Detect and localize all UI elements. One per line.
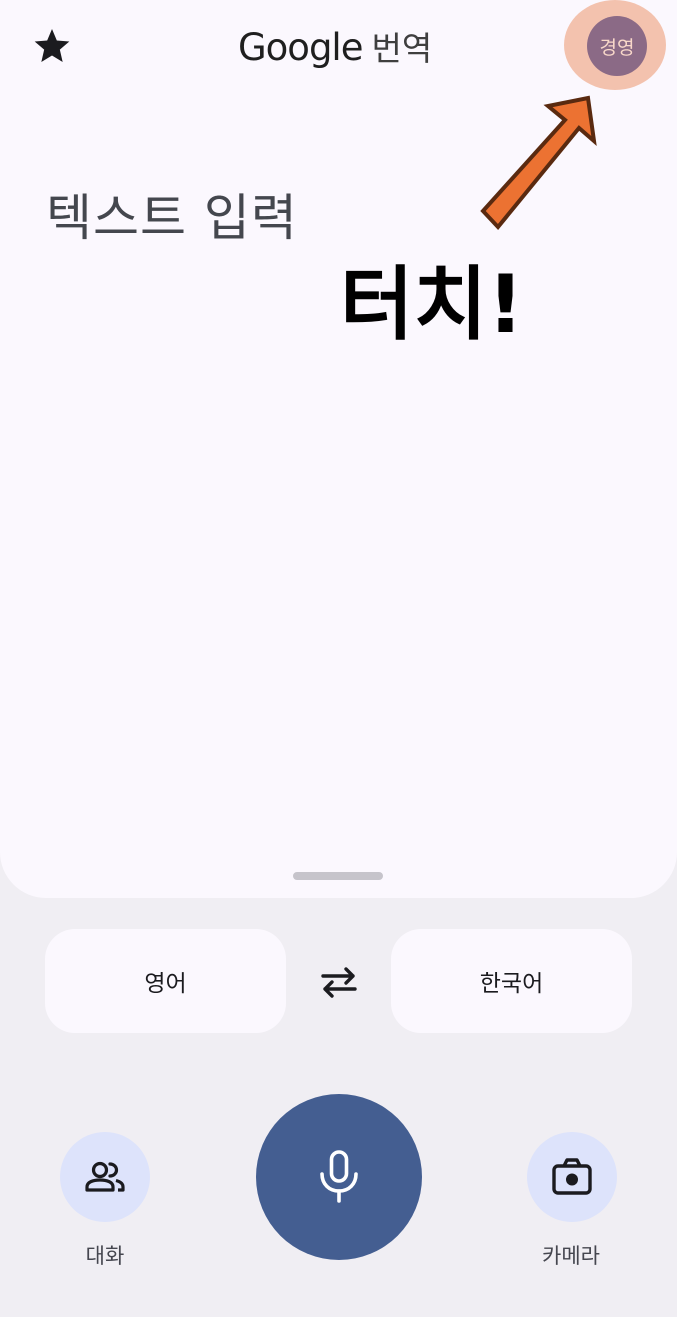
camera-icon (552, 1158, 592, 1195)
favorites-button[interactable] (30, 26, 74, 66)
conversation-label: 대화 (85, 1244, 125, 1268)
account-avatar-button[interactable]: 경영 (587, 16, 647, 76)
camera-label: 카메라 (542, 1244, 600, 1268)
source-language-label: 영어 (144, 971, 187, 997)
microphone-icon (320, 1150, 358, 1203)
source-text-input[interactable]: 텍스트 입력 (46, 178, 298, 250)
camera-button[interactable] (527, 1132, 617, 1222)
arrow-annotation-icon (480, 95, 597, 231)
conversation-button[interactable] (60, 1132, 150, 1222)
input-sheet[interactable]: Google 번역 경영 텍스트 입력 터치! (0, 0, 677, 898)
swap-languages-button[interactable] (315, 958, 363, 1006)
swap-arrows-icon (321, 967, 357, 998)
target-language-label: 한국어 (479, 971, 544, 997)
translate-screen: Google 번역 경영 텍스트 입력 터치! 영어 한국어 대화 카메라 (0, 0, 677, 1317)
app-logo: Google 번역 (238, 22, 432, 74)
logo-brand: Google (238, 26, 363, 69)
logo-product: 번역 (371, 29, 433, 68)
star-icon (34, 29, 70, 62)
source-language-button[interactable]: 영어 (45, 929, 286, 1033)
people-icon (85, 1161, 125, 1192)
voice-input-button[interactable] (256, 1094, 422, 1260)
sheet-drag-handle[interactable] (293, 872, 383, 880)
target-language-button[interactable]: 한국어 (391, 929, 632, 1033)
touch-annotation: 터치! (340, 258, 524, 351)
avatar-text: 경영 (599, 36, 635, 59)
